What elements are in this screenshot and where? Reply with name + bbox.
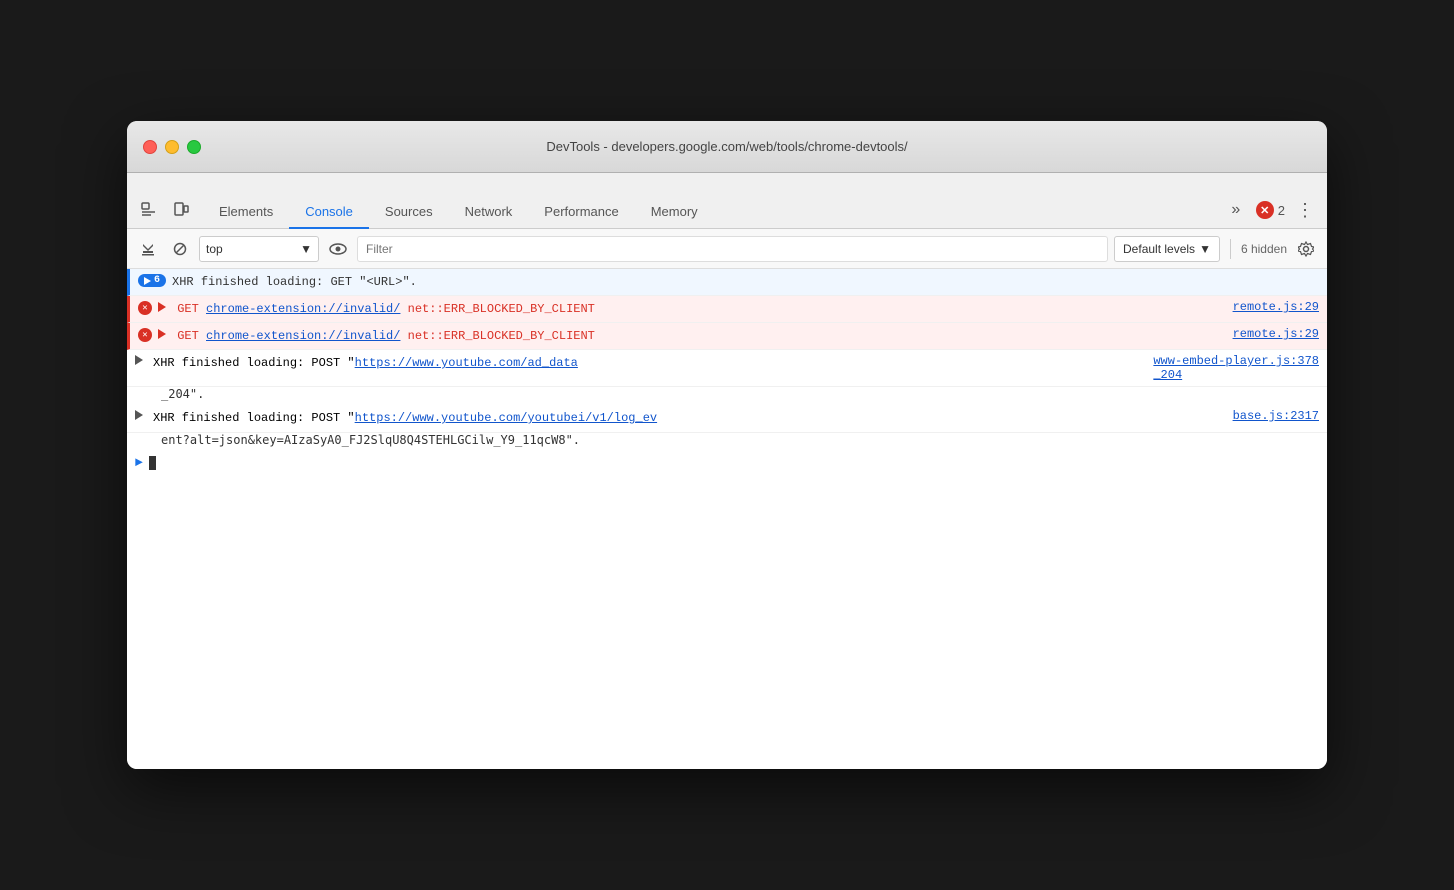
prompt-arrow-icon: ► [135,455,143,470]
xhr2-url[interactable]: https://www.youtube.com/ad_data [355,356,578,370]
entry-text-xhr1: XHR finished loading: GET "<URL>". [172,273,1319,291]
toolbar-divider [1230,239,1231,259]
tab-console[interactable]: Console [289,196,369,229]
clear-console-button[interactable] [135,236,161,262]
filter-input[interactable] [357,236,1108,262]
method-label2: GET [177,329,206,343]
triangle-icon [144,277,151,285]
tabs-bar: Elements Console Sources Network Perform… [127,173,1327,229]
group-badge: 6 [138,274,166,287]
error-entry-icon2: ✕ [138,328,152,342]
error-count: 2 [1278,203,1285,218]
entry-source3[interactable]: www-embed-player.js:378_204 [1141,354,1319,382]
console-settings-button[interactable] [1293,236,1319,262]
more-tabs-button[interactable]: » [1222,196,1250,224]
error-icon: ✕ [1256,201,1274,219]
default-levels-button[interactable]: Default levels ▼ [1114,236,1220,262]
expand-xhr2-icon[interactable] [135,355,143,365]
devtools-menu-button[interactable]: ⋮ [1291,196,1319,224]
error-url2[interactable]: chrome-extension://invalid/ [206,329,400,343]
traffic-lights [143,140,201,154]
entry-text-error1: GET chrome-extension://invalid/ net::ERR… [158,300,1221,318]
expand-error2[interactable] [158,329,166,339]
error-badge[interactable]: ✕ 2 [1256,201,1285,219]
tab-right-controls: » ✕ 2 ⋮ [1222,196,1319,224]
maximize-button[interactable] [187,140,201,154]
console-toolbar: top ▼ Default levels ▼ 6 hidden [127,229,1327,269]
tab-network[interactable]: Network [449,196,529,229]
log-entry-xhr2: XHR finished loading: POST "https://www.… [127,350,1327,387]
tab-elements[interactable]: Elements [203,196,289,229]
log-entry-error2: ✕ GET chrome-extension://invalid/ net::E… [127,323,1327,350]
context-select[interactable]: top ▼ [199,236,319,262]
xhr3-url[interactable]: https://www.youtube.com/youtubei/v1/log_… [355,411,657,425]
tab-memory[interactable]: Memory [635,196,714,229]
xhr3-continuation: ent?alt=json&key=AIzaSyA0_FJ2SlqU8Q4STEH… [127,433,1327,451]
error-circle-icon2: ✕ [138,328,152,342]
log-entry-xhr3: XHR finished loading: POST "https://www.… [127,405,1327,433]
device-toolbar-button[interactable] [167,196,195,224]
entry-expand-icon[interactable]: 6 [138,274,166,287]
minimize-button[interactable] [165,140,179,154]
devtools-window: DevTools - developers.google.com/web/too… [127,121,1327,769]
console-prompt-row[interactable]: ► [127,451,1327,474]
block-requests-button[interactable] [167,236,193,262]
entry-text-error2: GET chrome-extension://invalid/ net::ERR… [158,327,1221,345]
xhr2-continuation: _204". [127,387,1327,405]
entry-expand-icon3[interactable] [135,410,147,420]
hidden-count: 6 hidden [1241,242,1287,256]
method-label1: GET [177,302,206,316]
expand-error1[interactable] [158,302,166,312]
entry-source1[interactable]: remote.js:29 [1221,300,1319,314]
title-bar: DevTools - developers.google.com/web/too… [127,121,1327,173]
tab-left-icons [135,196,195,224]
live-expressions-button[interactable] [325,236,351,262]
error-message2: net::ERR_BLOCKED_BY_CLIENT [408,329,595,343]
error-url1[interactable]: chrome-extension://invalid/ [206,302,400,316]
console-cursor[interactable] [149,456,156,470]
console-content: 6 XHR finished loading: GET "<URL>". ✕ G… [127,269,1327,769]
error-entry-icon1: ✕ [138,301,152,315]
error-circle-icon1: ✕ [138,301,152,315]
entry-expand-icon2[interactable] [135,355,147,365]
tab-performance[interactable]: Performance [528,196,634,229]
tab-sources[interactable]: Sources [369,196,449,229]
entry-source2[interactable]: remote.js:29 [1221,327,1319,341]
close-button[interactable] [143,140,157,154]
inspect-element-button[interactable] [135,196,163,224]
log-entry-error1: ✕ GET chrome-extension://invalid/ net::E… [127,296,1327,323]
window-title: DevTools - developers.google.com/web/too… [546,139,907,154]
error-message1: net::ERR_BLOCKED_BY_CLIENT [408,302,595,316]
entry-text-xhr3: XHR finished loading: POST "https://www.… [153,409,1221,428]
log-entry-xhr-group: 6 XHR finished loading: GET "<URL>". [127,269,1327,296]
entry-text-xhr2: XHR finished loading: POST "https://www.… [153,354,1141,373]
expand-xhr3-icon[interactable] [135,410,143,420]
entry-source4[interactable]: base.js:2317 [1221,409,1319,423]
